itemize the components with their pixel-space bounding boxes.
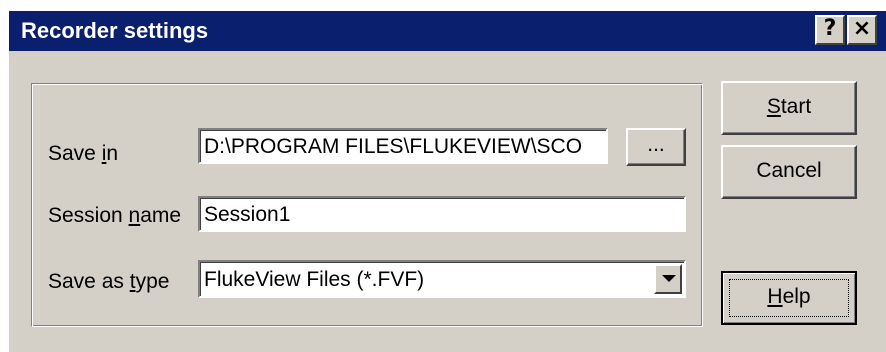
- browse-button[interactable]: ...: [626, 128, 686, 166]
- cancel-button-label: Cancel: [756, 159, 822, 182]
- session-name-label: Session name: [48, 204, 182, 227]
- chevron-down-icon[interactable]: [654, 264, 682, 294]
- save-in-label: Save in: [48, 142, 119, 165]
- save-as-type-select[interactable]: FlukeView Files (*.FVF): [198, 260, 686, 298]
- session-name-field[interactable]: Session1: [198, 196, 686, 232]
- save-as-type-value: FlukeView Files (*.FVF): [204, 268, 425, 291]
- title-bar[interactable]: Recorder settings ? ×: [9, 11, 886, 51]
- browse-button-label: ...: [647, 133, 665, 156]
- cancel-button[interactable]: Cancel: [721, 145, 857, 199]
- help-icon[interactable]: ?: [815, 15, 845, 45]
- window-title: Recorder settings: [21, 18, 209, 43]
- focus-ring: [729, 279, 849, 317]
- help-button[interactable]: Help: [721, 271, 857, 325]
- start-button[interactable]: Start: [721, 81, 857, 135]
- recorder-settings-dialog: Recorder settings ? × Save in D:\PROGRAM…: [8, 10, 886, 352]
- close-icon[interactable]: ×: [847, 15, 877, 45]
- settings-group: Save in D:\PROGRAM FILES\FLUKEVIEW\SCO .…: [31, 83, 703, 327]
- save-in-field[interactable]: D:\PROGRAM FILES\FLUKEVIEW\SCO: [198, 128, 608, 164]
- start-button-label: Start: [766, 95, 812, 118]
- save-as-type-label: Save as type: [48, 270, 170, 293]
